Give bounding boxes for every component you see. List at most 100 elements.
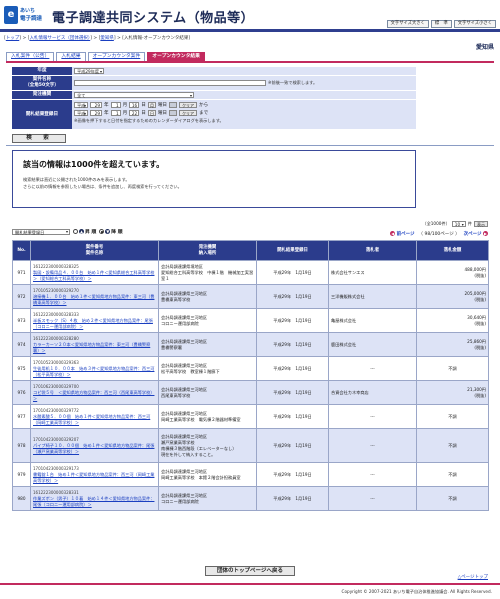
year-label: 年度 bbox=[12, 67, 72, 75]
registration-date: 平成29年 1月19日 bbox=[256, 308, 329, 333]
date-to-month-input[interactable]: 1 bbox=[110, 110, 121, 116]
date-to-year-input[interactable]: 29 bbox=[90, 110, 102, 116]
registration-date: 平成29年 1月19日 bbox=[256, 380, 329, 405]
date-to-era-select[interactable]: 平成 bbox=[74, 110, 88, 116]
sort-desc-radio[interactable]: ▼ 降 順 bbox=[99, 228, 123, 235]
table-row: 977 170104230000329772 水酸素酸５．００個 始め１件＜愛知県地… bbox=[12, 404, 489, 429]
case-name-link[interactable]: 水酸素酸５．００個 始め１件＜愛知県地方物品案件：西三河（岡崎工業高等学校）＞ bbox=[33, 414, 156, 426]
font-standard-button[interactable]: 標 準 bbox=[430, 20, 452, 28]
table-row: 974 161222300000328280 カラーカーソ２０本＜愛知県地方物品案件… bbox=[12, 332, 489, 357]
total-count: （全1000件） bbox=[422, 221, 450, 226]
award-amount: 205,000円 (税抜) bbox=[416, 284, 489, 309]
site-title: 電子調達共同システム（物品等） bbox=[52, 11, 255, 26]
breadcrumb-current: 入札情報-オープンカウンタ結果 bbox=[124, 36, 189, 41]
org-cell: 会計局調達課県三河地区 コロニー運用部病院 bbox=[158, 486, 257, 511]
font-size-controls: 文字サイズ大きく 標 準 文字サイズ小さく bbox=[386, 20, 496, 28]
breadcrumb-sep: > bbox=[91, 36, 99, 41]
case-name-link[interactable]: 書籍錠１台 始め１件＜愛知県地方物品案件：西三河（岡崎工業高等学校）＞ bbox=[33, 472, 156, 484]
col-amount: 落札金額 bbox=[416, 240, 489, 261]
registration-date: 平成29年 1月19日 bbox=[256, 356, 329, 381]
case-name-input[interactable] bbox=[74, 80, 266, 86]
calendar-icon[interactable] bbox=[169, 110, 178, 116]
registration-date: 平成29年 1月19日 bbox=[256, 404, 329, 429]
search-divider bbox=[6, 145, 494, 146]
table-row: 972 170105230000329270 溶接機１．００台 始め１件＜愛知県地方… bbox=[12, 284, 489, 309]
case-cell: 170104230000329173 書籍錠１台 始め１件＜愛知県地方物品案件：西… bbox=[30, 462, 159, 487]
per-page-select[interactable]: 10 bbox=[451, 221, 466, 227]
breadcrumb-top-link[interactable]: トップ bbox=[6, 36, 20, 41]
org-cell: 会計局調達課県境地区 愛知総合工科高等学校 中棟１階 機械加工実習室１ bbox=[158, 260, 257, 285]
month-unit: 月 bbox=[122, 103, 128, 108]
header: e あいち 電子調達 電子調達共同システム（物品等） 文字サイズ大きく 標 準 … bbox=[0, 0, 500, 30]
breadcrumb: [トップ] > [入札情報サービス（団体選択）] > [愛知県] > [入札情報… bbox=[4, 36, 191, 41]
aichi-logo[interactable]: e あいち 電子調達 bbox=[4, 6, 48, 26]
case-cell: 170105230000329363 生徒用机１０．００本 始め３件＜愛知県地方物… bbox=[30, 356, 159, 381]
case-cell: 161222300000328331 作業ズボン（男子）１０着 始め１４件＜愛知県… bbox=[30, 486, 159, 511]
org-cell: 会計局調達課県三河地区 瀬戸窯業高等学校 南棟棟３階西階段（エレベーターなし） … bbox=[158, 428, 257, 463]
case-name-link[interactable]: 生徒用机１０．００本 始め３件＜愛知県地方物品案件：西三河（松平高等学校）＞ bbox=[33, 366, 156, 378]
date-from-year-input[interactable]: 29 bbox=[90, 102, 102, 108]
sort-field-select[interactable]: 開札結果登録日 bbox=[12, 228, 70, 235]
case-name-link[interactable]: コピ袋５号 ＜愛知県地方物品案件：西三河（西尾東高等学校）＞ bbox=[33, 390, 156, 402]
col-winner: 落札者 bbox=[328, 240, 417, 261]
footer-divider bbox=[0, 583, 500, 585]
results-body: 971 161222300000328325 製図・設備用品４．００台 始め１件＜愛… bbox=[12, 260, 489, 511]
org-cell: 会計局調達課県三河地区 豊橋警察署 bbox=[158, 332, 257, 357]
tab-bid-notices[interactable]: 入札案件（公告） bbox=[6, 52, 55, 61]
date-to-clear-button[interactable]: クリア bbox=[179, 110, 198, 116]
case-name-link[interactable]: 製図・設備用品４．００台 始め１件＜愛知県総合工科高等学校＞（愛知総合工科高等学… bbox=[33, 270, 156, 282]
date-from-day-input[interactable]: 16 bbox=[129, 102, 140, 108]
org-select[interactable]: 全て bbox=[74, 92, 194, 98]
next-page-link[interactable]: 次ページ ▶ bbox=[464, 231, 488, 237]
row-number: 976 bbox=[12, 380, 31, 405]
back-to-org-top-button[interactable]: 団体のトップページへ戻る bbox=[205, 566, 295, 576]
case-name-link[interactable]: 作業ズボン（男子）１０着 始め１４件＜愛知県地方物品案件：尾張（コロニー運用部病… bbox=[33, 496, 156, 508]
sort-asc-radio[interactable]: ▲ 昇 順 bbox=[73, 228, 96, 235]
case-name-label-cell: 案件名称 （全角50文字） bbox=[12, 76, 72, 90]
date-from-clear-button[interactable]: クリア bbox=[179, 102, 198, 108]
case-name-link[interactable]: 溶接機１．００台 始め１件＜愛知県地方物品案件：東三河（豊橋東高等学校）＞ bbox=[33, 294, 156, 306]
breadcrumb-org-link[interactable]: 愛知県 bbox=[100, 36, 114, 41]
message-title: 該当の情報は1000件を超えています。 bbox=[23, 160, 165, 169]
tab-open-counter-results[interactable]: オープンカウンタ結果 bbox=[147, 52, 205, 61]
case-name-limit: （全角50文字） bbox=[25, 83, 59, 88]
case-cell: 161222300000328325 製図・設備用品４．００台 始め１件＜愛知県総… bbox=[30, 260, 159, 285]
next-arrow-icon: ▶ bbox=[483, 231, 488, 236]
row-number: 971 bbox=[12, 260, 31, 285]
copyright: Copyright © 2007-2021 あいち電子自治体推進協議会. All… bbox=[341, 589, 492, 594]
registration-date: 平成29年 1月19日 bbox=[256, 332, 329, 357]
to-label: まで bbox=[199, 111, 209, 116]
table-row: 979 170104230000329173 書籍錠１台 始め１件＜愛知県地方物品案… bbox=[12, 462, 489, 487]
row-number: 973 bbox=[12, 308, 31, 333]
award-amount: 25,860円 (税抜) bbox=[416, 332, 489, 357]
prev-page-link[interactable]: ◀ 前ページ bbox=[390, 231, 415, 237]
case-name-link[interactable]: カラーカーソ２０本＜愛知県地方物品案件：東三河（豊橋警察署）＞ bbox=[33, 342, 156, 354]
font-larger-button[interactable]: 文字サイズ大きく bbox=[386, 20, 429, 28]
case-name-note: ※前後一致で検索します。 bbox=[268, 80, 318, 85]
date-to-day-input[interactable]: 22 bbox=[129, 110, 140, 116]
tab-bid-results[interactable]: 入札結果 bbox=[56, 52, 86, 61]
calendar-icon[interactable] bbox=[169, 102, 178, 108]
winner: 三洋機販株式会社 bbox=[328, 284, 417, 309]
font-smaller-button[interactable]: 文字サイズ小さく bbox=[453, 20, 496, 28]
case-name-link[interactable]: 半板スモック（S）４枚 始め２件＜愛知県地方物品案件：尾張（コロニー運用部病院）… bbox=[33, 318, 156, 330]
date-from-era-select[interactable]: 平成 bbox=[74, 102, 88, 108]
org-cell: 会計局調達課県三河地区 コロニー運用部病院 bbox=[158, 308, 257, 333]
search-button[interactable]: 検 索 bbox=[12, 134, 66, 143]
case-name-link[interactable]: パイプ椅子１０．００個 始め１件＜愛知県地方物品案件：尾張（瀬戸窯業高等学校）＞ bbox=[33, 443, 156, 455]
org-cell: 会計局調達課県三河地区 西尾東高等学校 bbox=[158, 380, 257, 405]
page-top-link[interactable]: △ページトップ bbox=[458, 574, 488, 580]
col-date: 開札結果登録日 bbox=[256, 240, 329, 261]
registration-date: 平成29年 1月19日 bbox=[256, 462, 329, 487]
date-from-month-input[interactable]: 1 bbox=[110, 102, 121, 108]
show-button[interactable]: 表示 bbox=[474, 221, 488, 227]
registration-date: 平成29年 1月19日 bbox=[256, 486, 329, 511]
winner: 株式会社サンエス bbox=[328, 260, 417, 285]
award-amount: 不調 bbox=[416, 462, 489, 487]
award-amount: 30,640円 (税抜) bbox=[416, 308, 489, 333]
case-cell: 170105230000329270 溶接機１．００台 始め１件＜愛知県地方物品案… bbox=[30, 284, 159, 309]
year-select[interactable]: 平成29年度 bbox=[74, 68, 104, 74]
org-cell: 会計局調達課県三河地区 岡崎工業高等学校 電気棟２階器材準備室 bbox=[158, 404, 257, 429]
tab-open-counter-cases[interactable]: オープンカウンタ案件 bbox=[87, 52, 146, 61]
breadcrumb-service-link[interactable]: 入札情報サービス（団体選択） bbox=[29, 36, 90, 41]
